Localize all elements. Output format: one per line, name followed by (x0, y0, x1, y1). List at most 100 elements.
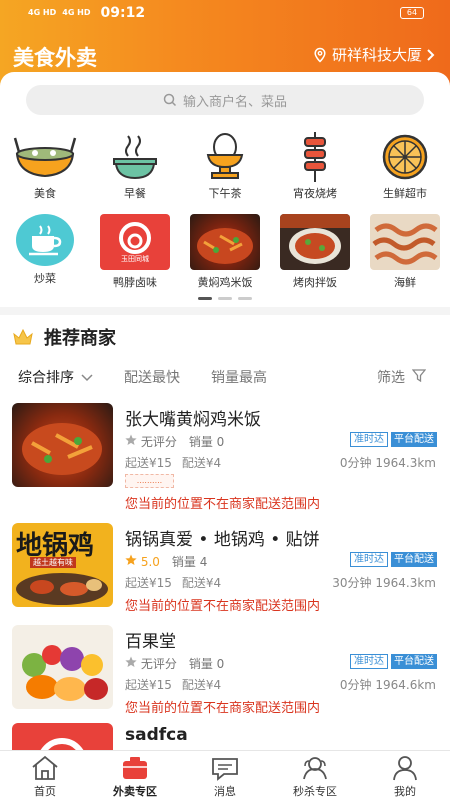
star-icon (125, 434, 137, 445)
category-food[interactable]: 美食 (0, 133, 90, 201)
shop-image: 地锅鸡 越土越有味 (12, 523, 113, 607)
food-photo (190, 214, 260, 270)
shop-badges: 准时达 平台配送 (350, 654, 437, 669)
signal-indicator-1: 4G HD (28, 8, 57, 17)
star-icon (125, 554, 137, 565)
shop-rating: 无评分 销量 0 (125, 655, 224, 672)
carousel-dot[interactable] (218, 297, 232, 300)
delivery-fee: 配送¥4 (181, 576, 222, 590)
brand-logo-icon (40, 738, 84, 750)
page-title: 美食外卖 (13, 46, 97, 70)
on-time-badge: 准时达 (350, 432, 388, 447)
rating-text: 5.0 (140, 555, 160, 569)
category-seafood[interactable]: 海鲜 (360, 214, 450, 290)
platform-delivery-badge: 平台配送 (391, 654, 437, 669)
shop-distance: 0分钟 1964.6km (339, 678, 436, 692)
category-stir-fry[interactable]: 炒菜 (0, 214, 90, 290)
tab-takeout[interactable]: 外卖专区 (90, 751, 180, 800)
orange-slice-icon (382, 134, 428, 180)
delivery-range-warning: 您当前的位置不在商家配送范围内 (125, 599, 321, 614)
shop-name: 百果堂 (125, 632, 176, 652)
shop-fees: 起送¥15 配送¥4 (125, 574, 221, 591)
food-photo (280, 214, 350, 270)
search-placeholder: 输入商户名、菜品 (182, 94, 287, 110)
shop-item[interactable]: sadfca (0, 723, 450, 750)
shop-image (12, 625, 113, 709)
shop-item[interactable]: 百果堂 无评分 销量 0 准时达 平台配送 起送¥15 配送¥4 0分钟 196… (0, 625, 450, 737)
sort-delivery-fast[interactable]: 配送最快 (124, 367, 180, 387)
location-selector[interactable]: 研祥科技大厦 (312, 44, 436, 65)
section-divider (0, 307, 450, 315)
tab-mine[interactable]: 我的 (360, 751, 450, 800)
takeout-icon (123, 757, 147, 779)
tab-label: 秒杀专区 (293, 785, 337, 798)
shop-rating: 5.0 销量 4 (125, 553, 207, 570)
category-bbq-rice[interactable]: 烤肉拌饭 (270, 214, 360, 290)
location-label: 研祥科技大厦 (331, 46, 422, 64)
sort-sales-high[interactable]: 销量最高 (211, 367, 267, 387)
battery-icon: 64 (400, 7, 424, 19)
coffee-cup-icon (29, 225, 62, 256)
shop-image (12, 723, 113, 750)
food-photo (370, 214, 440, 270)
food-photo (280, 214, 350, 264)
steaming-bowl-icon (113, 135, 157, 180)
category-label: 烤肉拌饭 (293, 276, 337, 289)
bottom-tab-bar: 首页 外卖专区 消息 秒杀专区 我的 (0, 750, 450, 800)
tab-label: 消息 (214, 785, 236, 798)
delivery-range-warning: 您当前的位置不在商家配送范围内 (125, 497, 321, 512)
filter-button[interactable]: 筛选 (377, 367, 427, 387)
category-duck-neck[interactable]: 玉田同城 鸭脖卤味 (90, 214, 180, 290)
carousel-dot[interactable] (198, 297, 212, 300)
tab-messages[interactable]: 消息 (180, 751, 270, 800)
brand-logo-icon (119, 221, 151, 254)
status-time: 09:12 (100, 5, 146, 21)
carousel-indicator (198, 297, 252, 300)
search-input[interactable]: 输入商户名、菜品 (26, 85, 424, 115)
sort-comprehensive[interactable]: 综合排序 (18, 367, 93, 387)
category-braised-chicken[interactable]: 黄焖鸡米饭 (180, 214, 270, 290)
chevron-right-icon (427, 48, 435, 61)
egg-cup-icon (206, 133, 244, 179)
shop-name: 锅锅真爱 • 地锅鸡 • 贴饼 (125, 530, 320, 550)
platform-delivery-badge: 平台配送 (391, 432, 437, 447)
on-time-badge: 准时达 (350, 552, 388, 567)
category-breakfast[interactable]: 早餐 (90, 133, 180, 201)
shop-item[interactable]: 地锅鸡 越土越有味 锅锅真爱 • 地锅鸡 • 贴饼 5.0 销量 4 准时达 平… (0, 523, 450, 635)
filter-label: 筛选 (377, 370, 405, 386)
star-icon (125, 656, 137, 667)
location-pin-icon (314, 47, 326, 63)
user-icon (393, 756, 417, 781)
carousel-dot[interactable] (238, 297, 252, 300)
category-label: 生鲜超市 (383, 187, 427, 200)
shop-badges: 准时达 平台配送 (350, 552, 437, 567)
shop-fees: 起送¥15 配送¥4 (125, 676, 221, 693)
category-label: 黄焖鸡米饭 (197, 276, 253, 289)
category-label: 下午茶 (208, 187, 242, 200)
shop-image (22, 645, 108, 701)
recommend-header: 推荐商家 (12, 324, 116, 350)
brand-label: 玉田同城 (121, 254, 149, 263)
category-night-bbq[interactable]: 宵夜烧烤 (270, 132, 360, 201)
category-afternoon-tea[interactable]: 下午茶 (180, 133, 270, 201)
tab-home[interactable]: 首页 (0, 751, 90, 800)
platform-delivery-badge: 平台配送 (391, 552, 437, 567)
food-photo (372, 223, 438, 265)
min-order: 起送¥15 (125, 678, 172, 692)
skewer-icon (304, 132, 326, 182)
delivery-fee: 配送¥4 (181, 678, 222, 692)
tab-flash-sale[interactable]: 秒杀专区 (270, 751, 360, 800)
category-fresh-market[interactable]: 生鲜超市 (360, 133, 450, 201)
category-row-1: 美食 早餐 下午茶 宵夜烧烤 生鲜超市 (0, 132, 450, 201)
category-row-2: 炒菜 玉田同城 鸭脖卤味 黄焖鸡米饭 烤肉拌饭 海鲜 (0, 214, 450, 290)
min-order: 起送¥15 (125, 576, 172, 590)
status-bar: 4G HD 4G HD 09:12 64 (0, 0, 450, 28)
shop-distance: 30分钟 1964.3km (332, 576, 436, 590)
category-label: 炒菜 (34, 272, 56, 285)
shop-item[interactable]: 张大嘴黄焖鸡米饭 无评分 销量 0 准时达 平台配送 起送¥15 配送¥4 0分… (0, 403, 450, 515)
shop-name: 张大嘴黄焖鸡米饭 (125, 410, 261, 430)
rating-text: 无评分 (140, 435, 177, 449)
recommend-title: 推荐商家 (44, 328, 116, 349)
category-label: 鸭脖卤味 (113, 276, 157, 289)
category-label: 美食 (34, 187, 56, 200)
